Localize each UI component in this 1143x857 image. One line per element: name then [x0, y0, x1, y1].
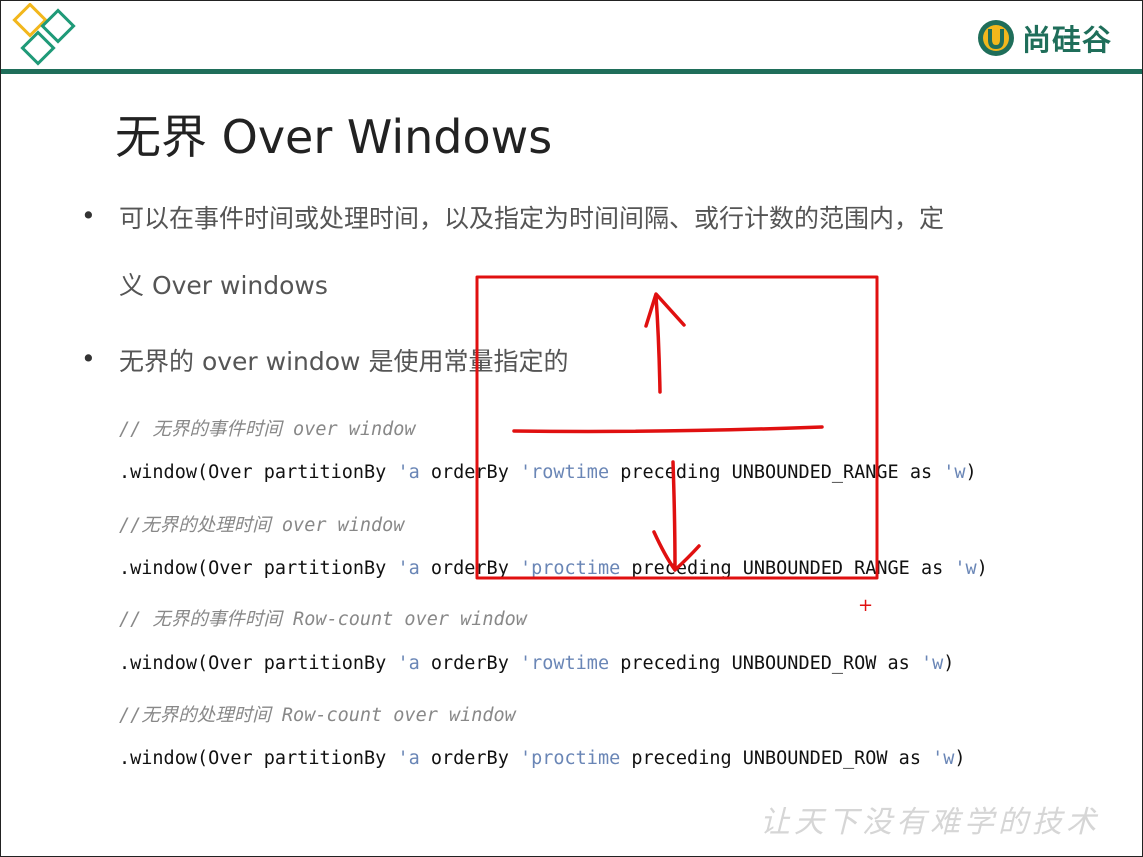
brand-name: 尚硅谷	[1021, 23, 1112, 57]
code-comment: // 无界的事件时间 Row-count over window	[119, 609, 527, 630]
slide-title: 无界 Over Windows	[115, 110, 553, 164]
watermark-slogan: 让天下没有难学的技术	[760, 805, 1100, 840]
code-line: .window(Over partitionBy 'a orderBy 'row…	[119, 653, 955, 674]
code-line: .window(Over partitionBy 'a orderBy 'row…	[119, 462, 977, 483]
code-comment: //无界的处理时间 Row-count over window	[119, 705, 516, 726]
code-line: .window(Over partitionBy 'a orderBy 'pro…	[119, 748, 966, 769]
bullet-dot: •	[81, 344, 96, 373]
code-comment: // 无界的事件时间 over window	[119, 419, 416, 440]
bullet-1-line-2: 义 Over windows	[119, 271, 328, 300]
slide: 尚硅谷 无界 Over Windows • 可以在事件时间或处理时间，以及指定为…	[0, 0, 1143, 857]
bullet-2-line-1: 无界的 over window 是使用常量指定的	[119, 347, 569, 376]
header-divider	[1, 69, 1142, 74]
code-comment: //无界的处理时间 over window	[119, 515, 405, 536]
brand-u-icon	[977, 20, 1014, 56]
corner-diamond-logo	[12, 3, 76, 66]
brand-logo: 尚硅谷	[976, 15, 1112, 61]
bullet-dot: •	[81, 201, 96, 230]
bullet-1-line-1: 可以在事件时间或处理时间，以及指定为时间间隔、或行计数的范围内，定	[119, 204, 945, 233]
code-line: .window(Over partitionBy 'a orderBy 'pro…	[119, 558, 988, 579]
